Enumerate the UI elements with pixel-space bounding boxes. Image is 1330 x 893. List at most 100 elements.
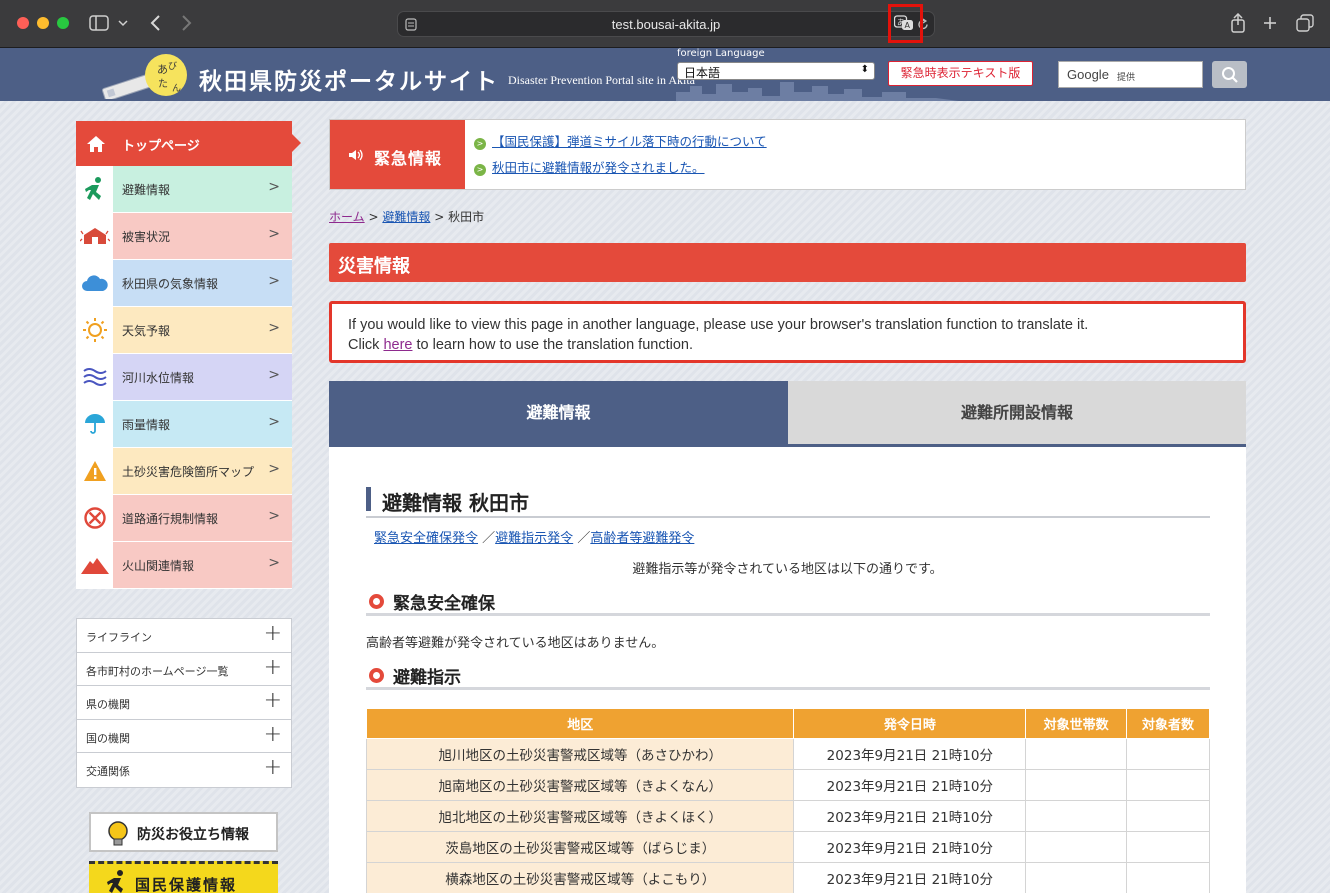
jump-link-separator: ／ — [482, 531, 496, 546]
table-row: 横森地区の土砂災害警戒区域等（よこもり） 2023年9月21日 21時10分 — [365, 862, 1210, 893]
sub-link-label: ライフライン — [86, 631, 152, 644]
heading-emergency-safety: 緊急安全確保 — [366, 589, 1210, 616]
lightbulb-icon — [108, 821, 128, 846]
sidebar-item-top-page[interactable]: トップページ — [76, 121, 301, 166]
cell-households — [1025, 800, 1128, 832]
sidebar-item-label: 被害状況 — [122, 230, 171, 244]
alert-link-text[interactable]: 【国民保護】弾道ミサイル落下時の行動について — [492, 134, 767, 149]
banner-civil-protection[interactable]: 国民保護情報 — [89, 861, 278, 893]
translation-notice: If you would like to view this page in a… — [329, 301, 1246, 363]
sub-link-label: 各市町村のホームページ一覧 — [86, 664, 229, 678]
expand-plus-icon[interactable]: + — [264, 723, 282, 746]
cloud-icon — [81, 275, 108, 291]
chevron-right-icon: > — [268, 367, 280, 383]
sub-link-prefecture[interactable]: 県の機関 + — [77, 686, 291, 720]
sidebar-item-weather-akita[interactable]: 秋田県の気象情報 > — [76, 260, 292, 307]
jump-link-evac-order[interactable]: 避難指示発令 — [495, 531, 573, 546]
text-version-button[interactable]: 緊急時表示テキスト版 — [888, 61, 1033, 86]
expand-plus-icon[interactable]: + — [264, 656, 282, 679]
notice-click-text: Click — [348, 337, 380, 353]
sidebar-item-evacuation[interactable]: 避難情報 > — [76, 166, 292, 213]
banner-civil-label: 国民保護情報 — [135, 876, 238, 893]
tab-overview-icon[interactable] — [1294, 12, 1316, 34]
sidebar-item-river-level[interactable]: 河川水位情報 > — [76, 354, 292, 401]
jump-link-separator: ／ — [577, 531, 591, 546]
zoom-window-button[interactable] — [57, 17, 69, 29]
sub-link-municipalities[interactable]: 各市町村のホームページ一覧 + — [77, 653, 291, 686]
breadcrumb-home[interactable]: ホーム — [329, 210, 365, 224]
alert-link-akita-evac[interactable]: > 秋田市に避難情報が発令されました。 — [474, 157, 705, 176]
forward-icon[interactable] — [177, 12, 197, 34]
foreign-language-label: foreign Language — [677, 48, 765, 59]
share-icon[interactable] — [1228, 12, 1248, 34]
sidebar-item-label: 避難情報 — [122, 183, 171, 197]
jump-link-emergency[interactable]: 緊急安全確保発令 — [374, 531, 478, 546]
cell-households — [1025, 769, 1128, 801]
svg-text:ん: ん — [172, 83, 181, 94]
chevron-circle-icon: > — [474, 138, 486, 150]
language-select[interactable]: 日本語 ⬍ — [677, 62, 875, 80]
breadcrumb-current: 秋田市 — [448, 210, 485, 224]
cell-people — [1126, 831, 1210, 863]
notice-here-link[interactable]: here — [383, 337, 412, 353]
content-panel: 避難情報 秋田市 緊急安全確保発令 ／避難指示発令 ／高齢者等避難発令 避難指示… — [329, 447, 1246, 893]
chevron-down-icon[interactable] — [116, 12, 130, 34]
chevron-right-icon: > — [268, 414, 280, 430]
cell-area: 茨島地区の土砂災害警戒区域等（ばらじま） — [365, 831, 795, 863]
search-button[interactable] — [1212, 61, 1247, 88]
sub-link-transport[interactable]: 交通関係 + — [77, 753, 291, 787]
waves-icon — [82, 368, 107, 386]
sidebar-item-road-closure[interactable]: 道路通行規制情報 > — [76, 495, 292, 542]
alert-link-text[interactable]: 秋田市に避難情報が発令されました。 — [492, 160, 705, 175]
chevron-right-icon: > — [268, 555, 280, 571]
sidebar-item-label: 秋田県の気象情報 — [122, 277, 219, 291]
sidebar-item-label: 天気予報 — [122, 324, 171, 338]
site-title[interactable]: 秋田県防災ポータルサイト — [199, 62, 499, 96]
banner-disaster-tips[interactable]: 防災お役立ち情報 — [89, 812, 278, 852]
expand-plus-icon[interactable]: + — [264, 623, 282, 645]
sidebar-item-forecast[interactable]: 天気予報 > — [76, 307, 292, 354]
sidebar-item-volcano[interactable]: 火山関連情報 > — [76, 542, 292, 589]
new-tab-icon[interactable] — [1260, 12, 1280, 34]
notice-line-1: If you would like to view this page in a… — [348, 317, 1089, 333]
cell-area: 横森地区の土砂災害警戒区域等（よこもり） — [365, 862, 795, 893]
ring-bullet-icon — [369, 594, 384, 609]
svg-text:び: び — [168, 61, 177, 72]
cell-area: 旭北地区の土砂災害警戒区域等（きよくほく） — [365, 800, 795, 832]
expand-plus-icon[interactable]: + — [264, 690, 282, 712]
alert-link-missile[interactable]: > 【国民保護】弾道ミサイル落下時の行動について — [474, 131, 767, 150]
sidebar-item-damage[interactable]: 被害状況 > — [76, 213, 292, 260]
sub-link-national[interactable]: 国の機関 + — [77, 720, 291, 753]
umbrella-icon — [84, 414, 105, 434]
warning-icon — [83, 461, 106, 481]
breadcrumb-evacuation[interactable]: 避難情報 — [382, 210, 430, 224]
chevron-right-icon: > — [268, 320, 280, 336]
col-header-households: 対象世帯数 — [1025, 708, 1128, 739]
minimize-window-button[interactable] — [37, 17, 49, 29]
address-bar[interactable]: test.bousai-akita.jp — [397, 11, 935, 37]
running-person-icon — [84, 177, 101, 200]
tab-shelter-info[interactable]: 避難所開設情報 — [788, 381, 1246, 447]
chevron-right-icon: > — [268, 461, 280, 477]
sidebar-item-label: 火山関連情報 — [122, 559, 195, 573]
expand-plus-icon[interactable]: + — [264, 757, 282, 779]
close-window-button[interactable] — [17, 17, 29, 29]
cell-datetime: 2023年9月21日 21時10分 — [793, 800, 1027, 832]
sub-link-lifeline[interactable]: ライフライン + — [77, 619, 291, 653]
sidebar-item-landslide-map[interactable]: 土砂災害危険箇所マップ > — [76, 448, 292, 495]
cell-households — [1025, 738, 1128, 770]
sidebar-toggle-icon[interactable] — [86, 12, 112, 34]
sun-icon — [82, 318, 107, 342]
notice-line-2: Click here to learn how to use the trans… — [348, 335, 1227, 355]
volcano-icon — [80, 558, 109, 574]
back-icon[interactable] — [145, 12, 165, 34]
cell-datetime: 2023年9月21日 21時10分 — [793, 769, 1027, 801]
tab-evacuation-info[interactable]: 避難情報 — [329, 381, 788, 447]
breadcrumb: ホーム > 避難情報 > 秋田市 — [329, 208, 484, 225]
emergency-alert-bar: 緊急情報 > 【国民保護】弾道ミサイル落下時の行動について > 秋田市に避難情報が発… — [329, 119, 1246, 190]
search-input[interactable]: Google 提供 — [1058, 61, 1203, 88]
sidebar-item-rainfall[interactable]: 雨量情報 > — [76, 401, 292, 448]
cell-people — [1126, 769, 1210, 801]
no-entry-icon — [83, 507, 106, 529]
jump-link-elderly[interactable]: 高齢者等避難発令 — [590, 531, 694, 546]
